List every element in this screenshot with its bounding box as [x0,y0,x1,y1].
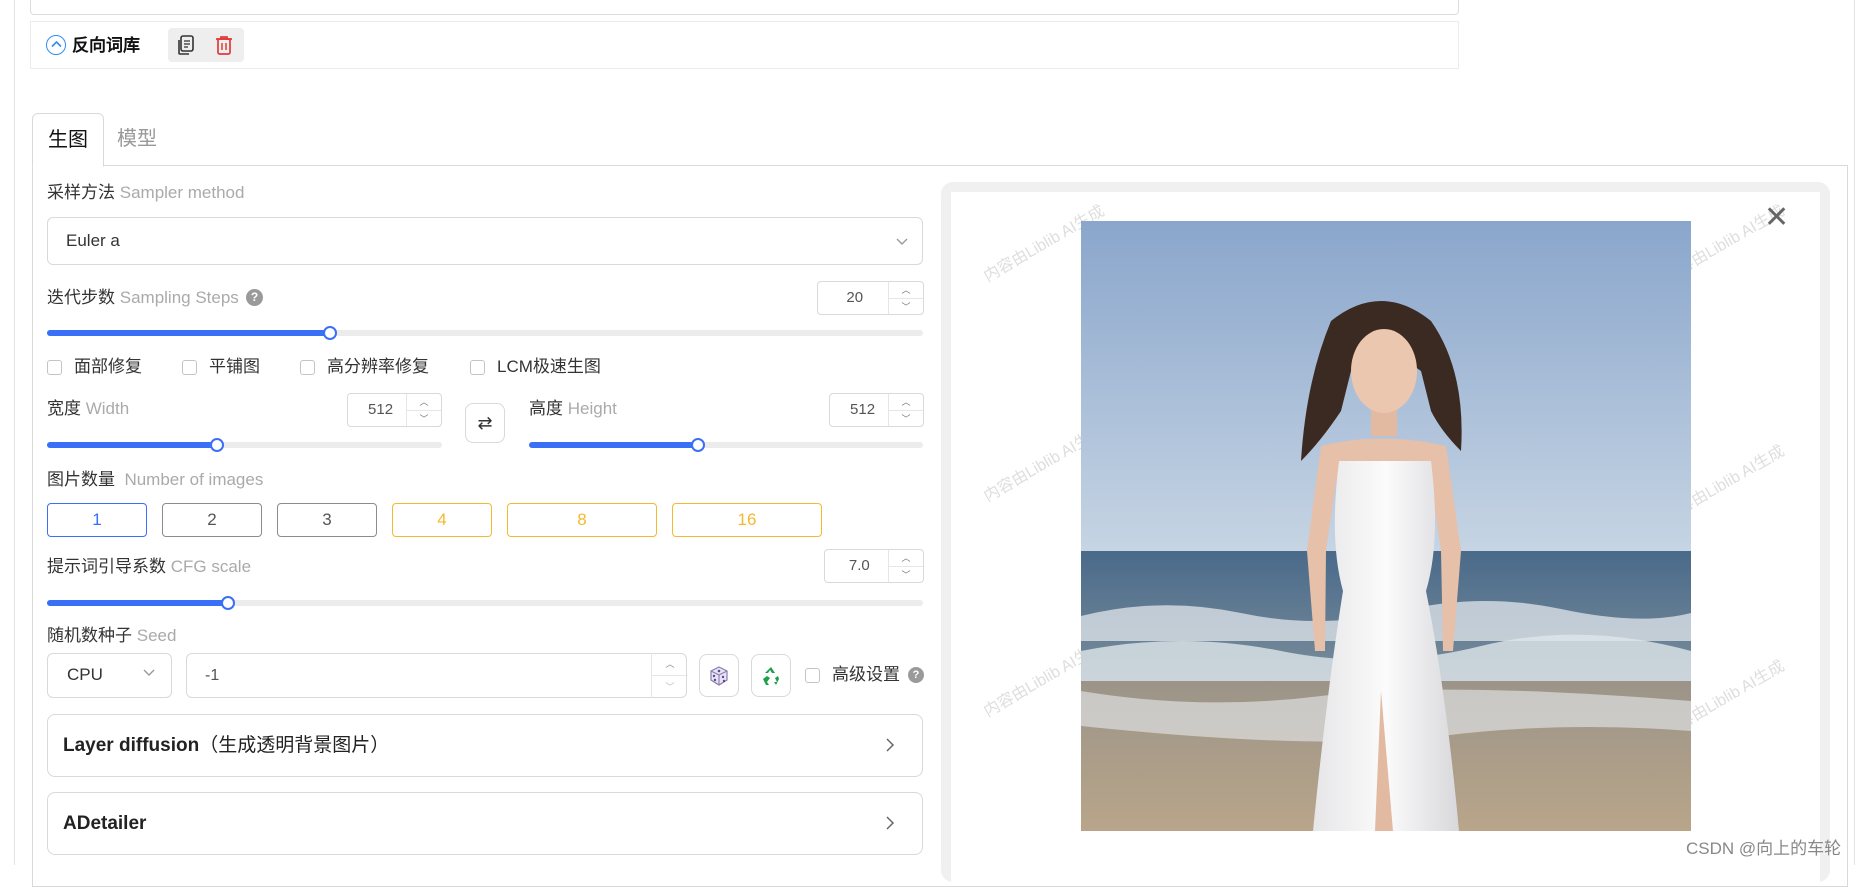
close-preview-icon[interactable]: ✕ [1764,203,1789,233]
swap-dimensions-button[interactable]: ⇄ [465,403,505,443]
width-stepper[interactable]: 512 ︿ ﹀ [347,393,442,427]
width-up-arrow[interactable]: ︿ [407,394,441,411]
height-value: 512 [850,401,876,418]
prompt-input-bottom[interactable] [30,0,1459,15]
csdn-credit: CSDN @向上的车轮 [1686,839,1842,858]
tab-model[interactable]: 模型 [117,113,157,165]
generated-image[interactable] [1081,221,1691,831]
height-label: 高度 Height [529,399,617,418]
chevron-down-icon [142,665,156,684]
tiling-checkbox[interactable] [182,360,197,375]
width-down-arrow[interactable]: ﹀ [407,411,441,427]
seed-down-arrow[interactable]: ﹀ [652,676,688,698]
cfg-label: 提示词引导系数 CFG scale [47,557,252,576]
steps-down-arrow[interactable]: ﹀ [889,299,923,315]
collapse-up-icon[interactable] [46,35,66,55]
sampler-label: 采样方法 Sampler method [47,183,245,202]
steps-stepper[interactable]: 20 ︿ ﹀ [817,281,924,315]
hires-fix-checkbox[interactable] [300,360,315,375]
tiling-label: 平铺图 [209,357,260,376]
reuse-seed-button[interactable] [751,654,791,697]
negative-library-label[interactable]: 反向词库 [72,35,140,57]
random-seed-button[interactable] [699,654,739,697]
layer-diffusion-title: Layer diffusion（生成透明背景图片） [63,735,390,756]
adetailer-title: ADetailer [63,813,147,834]
steps-slider-thumb[interactable] [322,326,337,340]
device-value: CPU [67,665,103,684]
lcm-label: LCM极速生图 [497,357,601,376]
frame-left-border [14,0,15,865]
help-icon[interactable]: ? [908,667,924,683]
delete-icon[interactable] [212,33,236,57]
sampler-value: Euler a [66,231,120,250]
negative-library-bar [30,21,1459,69]
cfg-slider-fill [47,600,229,606]
sampler-select[interactable] [47,217,923,265]
height-slider-fill [529,442,699,448]
num-images-option-16[interactable]: 16 [672,503,822,537]
num-images-label: 图片数量 Number of images [47,470,264,489]
recycle-icon [763,667,779,685]
copy-icon[interactable] [174,33,198,57]
width-slider-fill [47,442,217,448]
advanced-settings-label: 高级设置 [832,665,900,684]
dice-icon [710,666,728,686]
help-icon[interactable]: ? [246,289,263,306]
chevron-right-icon [882,814,898,837]
steps-slider-fill [47,330,330,336]
height-down-arrow[interactable]: ﹀ [889,411,923,427]
num-images-option-3[interactable]: 3 [277,503,377,537]
cfg-value: 7.0 [848,557,870,574]
seed-input[interactable] [186,653,687,698]
steps-label: 迭代步数 Sampling Steps [47,288,239,307]
lcm-checkbox[interactable] [470,360,485,375]
width-label: 宽度 Width [47,399,130,418]
width-value: 512 [368,401,394,418]
face-restore-label: 面部修复 [74,357,142,376]
height-up-arrow[interactable]: ︿ [889,394,923,411]
hires-fix-label: 高分辨率修复 [327,357,429,376]
chevron-right-icon [882,736,898,759]
num-images-option-4[interactable]: 4 [392,503,492,537]
num-images-option-2[interactable]: 2 [162,503,262,537]
seed-stepper-arrows[interactable]: ︿ ﹀ [651,653,688,698]
num-images-option-1[interactable]: 1 [47,503,147,537]
tab-generate[interactable]: 生图 [32,113,104,167]
chevron-down-icon [894,233,910,254]
advanced-settings-checkbox[interactable] [805,668,820,683]
num-images-option-8[interactable]: 8 [507,503,657,537]
adetailer-accordion[interactable] [47,792,923,855]
width-slider-thumb[interactable] [209,438,224,452]
cfg-down-arrow[interactable]: ﹀ [889,567,923,583]
frame-right-border [1854,0,1855,865]
seed-up-arrow[interactable]: ︿ [652,653,688,676]
cfg-stepper[interactable]: 7.0 ︿ ﹀ [824,549,924,583]
height-stepper[interactable]: 512 ︿ ﹀ [829,393,924,427]
cfg-up-arrow[interactable]: ︿ [889,550,923,567]
steps-up-arrow[interactable]: ︿ [889,282,923,299]
seed-value: -1 [205,667,220,684]
seed-label: 随机数种子 Seed [47,626,177,645]
face-restore-checkbox[interactable] [47,360,62,375]
steps-value: 20 [846,289,864,306]
